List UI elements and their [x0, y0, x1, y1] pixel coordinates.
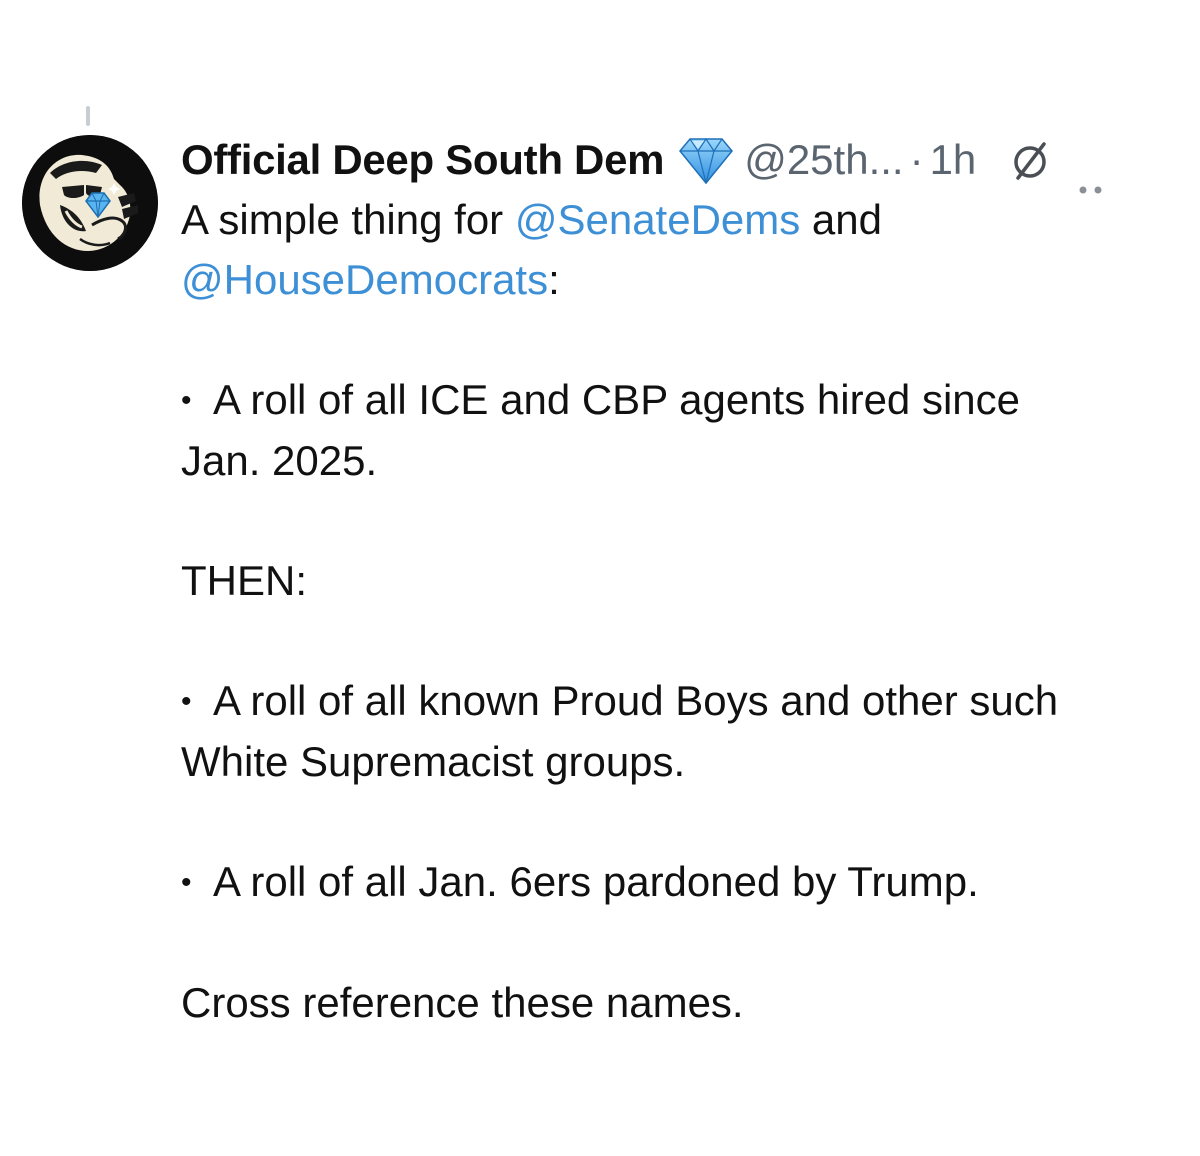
tweet-header: Official Deep South Dem @25th... · 1h	[181, 130, 1191, 194]
bullet-dot: •	[181, 866, 192, 899]
author-display-name[interactable]: Official Deep South Dem	[181, 130, 664, 190]
mention-house-democrats[interactable]: @HouseDemocrats	[181, 256, 548, 303]
tweet-line-intro: A simple thing for @SenateDems and	[181, 190, 1191, 250]
bullet-2-line-1: • A roll of all known Proud Boys and othe…	[181, 671, 1191, 732]
intro-text: A simple thing for	[181, 196, 515, 243]
avatar[interactable]	[22, 135, 158, 271]
more-dots-icon[interactable]	[1078, 153, 1106, 194]
closing-line: Cross reference these names.	[181, 979, 744, 1026]
bullet-1-text: A roll of all ICE and CBP agents hired s…	[213, 376, 1021, 423]
bullet-1-line-2: Jan. 2025.	[181, 437, 378, 484]
bullet-dot: •	[181, 685, 192, 718]
bullet-2-line-2: White Supremacist groups.	[181, 738, 686, 785]
bullet-3-text: A roll of all Jan. 6ers pardoned by Trum…	[213, 858, 979, 905]
bullet-3-line: • A roll of all Jan. 6ers pardoned by Tru…	[181, 852, 1191, 913]
thread-connector-line	[86, 106, 90, 126]
meta-separator: ·	[909, 136, 924, 183]
intro-and-text: and	[800, 196, 883, 243]
bullet-2-text: A roll of all known Proud Boys and other…	[213, 677, 1059, 724]
intro-colon: :	[548, 256, 560, 303]
diamond-icon	[678, 135, 734, 185]
bullet-1-line-1: • A roll of all ICE and CBP agents hired …	[181, 370, 1191, 431]
tweet[interactable]: Official Deep South Dem @25th... · 1h A …	[181, 130, 1191, 1033]
bullet-dot: •	[181, 384, 192, 417]
mention-senate-dems[interactable]: @SenateDems	[515, 196, 800, 243]
tweet-line-intro-2: @HouseDemocrats:	[181, 250, 1191, 310]
then-label: THEN:	[181, 557, 307, 604]
null-circle-icon[interactable]	[1010, 138, 1050, 182]
tweet-body: A simple thing for @SenateDems and @Hous…	[181, 190, 1191, 1033]
author-handle[interactable]: @25th...	[744, 130, 903, 190]
avatar-cartoon-image	[22, 135, 158, 271]
tweet-timestamp[interactable]: 1h	[930, 130, 977, 190]
